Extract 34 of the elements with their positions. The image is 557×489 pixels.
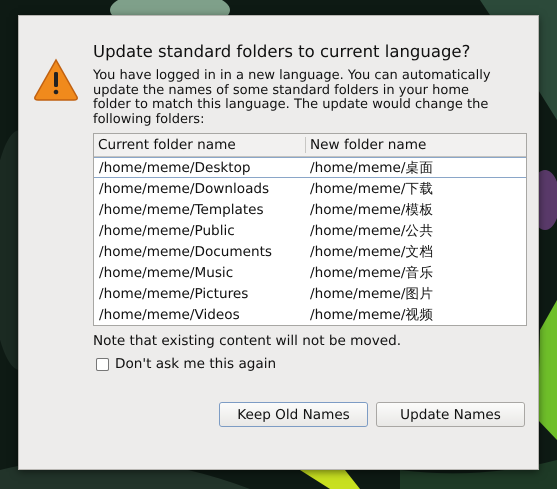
note-text: Note that existing content will not be moved. xyxy=(93,333,402,349)
table-cell-text: /home/meme/Public xyxy=(98,222,236,238)
checkbox[interactable] xyxy=(96,358,109,370)
table-cell-text: /home/meme/文档 xyxy=(309,242,434,260)
table-cell-text: /home/meme/桌面 xyxy=(309,158,434,176)
dialog-button[interactable]: Update Names xyxy=(376,402,525,427)
dialog-button[interactable]: Keep Old Names xyxy=(219,402,368,427)
table-cell-text: /home/meme/音乐 xyxy=(309,264,434,282)
table-cell-text: /home/meme/Desktop xyxy=(98,160,252,176)
table-cell-text: /home/meme/Music xyxy=(98,264,234,280)
table-row[interactable]: /home/meme/Desktop /home/meme/桌面 xyxy=(94,157,526,178)
table-row[interactable]: /home/meme/Public /home/meme/公共 xyxy=(94,220,526,241)
table-cell-text: /home/meme/Pictures xyxy=(98,286,250,302)
table-row[interactable]: /home/meme/Documents /home/meme/文档 xyxy=(94,241,526,262)
table-cell-text: /home/meme/视频 xyxy=(309,306,434,324)
dialog-title: Update standard folders to current language? xyxy=(93,42,472,61)
checkbox-label[interactable]: Don't ask me this again xyxy=(115,356,276,372)
table-cell-text: /home/meme/Downloads xyxy=(98,180,270,196)
table-cell-text: /home/meme/Videos xyxy=(98,306,241,322)
table-cell-text: /home/meme/图片 xyxy=(309,284,434,302)
table-row[interactable]: /home/meme/Templates /home/meme/模板 xyxy=(94,199,526,220)
table-cell-text: /home/meme/Documents xyxy=(98,244,273,260)
table-row[interactable]: /home/meme/Downloads /home/meme/下载 xyxy=(94,178,526,199)
table-cell-text: /home/meme/公共 xyxy=(309,222,434,240)
table-cell-text: /home/meme/模板 xyxy=(309,200,434,218)
table-cell-text: /home/meme/下载 xyxy=(309,180,434,198)
column-header[interactable]: Current folder name xyxy=(94,137,305,153)
table-row[interactable]: /home/meme/Music /home/meme/音乐 xyxy=(94,262,526,283)
table-row[interactable]: /home/meme/Videos /home/meme/视频 xyxy=(94,304,526,325)
message-text: You have logged in in a new language. You can automatically update the names of some standard folders in your home folder to match this language. The update would change the following folders: xyxy=(93,69,492,127)
warning-icon xyxy=(33,58,79,102)
table-row[interactable]: /home/meme/Pictures /home/meme/图片 xyxy=(94,283,526,304)
table-cell-text: /home/meme/Templates xyxy=(98,202,265,218)
column-header[interactable]: New folder name xyxy=(305,137,526,153)
